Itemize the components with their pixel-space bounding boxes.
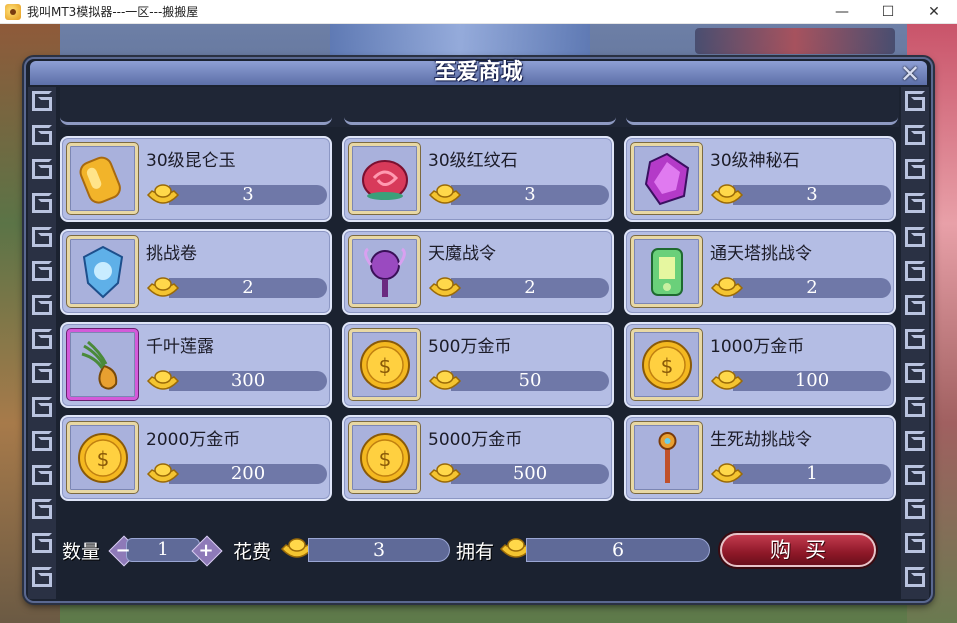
increase-quantity-button[interactable]: +: [195, 538, 217, 562]
item-price: 3: [169, 185, 327, 205]
item-name: 2000万金币: [146, 430, 241, 450]
item-name: 30级红纹石: [428, 151, 518, 171]
shop-item[interactable]: $ 1000万金币 100: [624, 322, 896, 408]
app-icon: [5, 3, 21, 20]
dialog-header: 至爱商城 ✕: [30, 60, 927, 88]
lotus-dew-icon: [67, 329, 138, 400]
gold-ingot-icon: [146, 463, 180, 483]
item-name: 千叶莲露: [146, 337, 214, 357]
svg-text:$: $: [378, 354, 391, 378]
window-titlebar: 我叫MT3模拟器---一区---搬搬屋 — ☐ ✕: [0, 0, 957, 24]
quantity-value[interactable]: 1: [126, 538, 200, 562]
item-name: 5000万金币: [428, 430, 523, 450]
scrolled-row-strip: [60, 87, 899, 127]
tower-token-icon: [631, 236, 702, 307]
item-price: 100: [733, 371, 891, 391]
gold-ingot-icon: [428, 277, 462, 297]
item-price: 1: [733, 464, 891, 484]
item-name: 挑战卷: [146, 244, 197, 264]
red-stone-icon: [349, 143, 420, 214]
challenge-scroll-icon: [67, 236, 138, 307]
gold-coin-icon: $: [67, 422, 138, 493]
gold-coin-icon: $: [349, 329, 420, 400]
gold-ingot-icon: [146, 370, 180, 390]
buy-button[interactable]: 购买: [720, 533, 876, 567]
demon-token-icon: [349, 236, 420, 307]
purchase-bar: 数量 − 1 + 花费 3 拥有 6 购买: [26, 529, 935, 569]
partial-cell: [344, 87, 616, 125]
window-controls: — ☐ ✕: [819, 0, 957, 24]
gold-ingot-icon: [428, 463, 462, 483]
shop-item[interactable]: 通天塔挑战令 2: [624, 229, 896, 315]
item-price: 2: [169, 278, 327, 298]
shop-item[interactable]: 生死劫挑战令 1: [624, 415, 896, 501]
item-name: 500万金币: [428, 337, 512, 357]
shop-item[interactable]: 30级神秘石 3: [624, 136, 896, 222]
gold-ingot-icon: [710, 184, 744, 204]
gold-ingot-icon: [428, 370, 462, 390]
svg-text:$: $: [96, 447, 109, 471]
item-price: 200: [169, 464, 327, 484]
item-price: 2: [451, 278, 609, 298]
quantity-label: 数量: [62, 541, 101, 563]
item-name: 30级神秘石: [710, 151, 800, 171]
life-death-token-icon: [631, 422, 702, 493]
gold-ingot-icon: [710, 277, 744, 297]
item-price: 2: [733, 278, 891, 298]
cost-label: 花费: [233, 541, 272, 563]
shop-item[interactable]: 30级红纹石 3: [342, 136, 614, 222]
window-title: 我叫MT3模拟器---一区---搬搬屋: [27, 5, 199, 19]
shop-item[interactable]: 千叶莲露 300: [60, 322, 332, 408]
gold-ingot-icon: [428, 184, 462, 204]
gold-coin-icon: $: [349, 422, 420, 493]
kunlun-jade-icon: [67, 143, 138, 214]
item-price: 300: [169, 371, 327, 391]
item-price: 500: [451, 464, 609, 484]
owned-value: 6: [526, 538, 710, 562]
maximize-button[interactable]: ☐: [865, 0, 911, 24]
dialog-title: 至爱商城: [434, 60, 523, 85]
left-border-ornament: [28, 87, 56, 599]
item-price: 3: [733, 185, 891, 205]
shop-item[interactable]: $ 2000万金币 200: [60, 415, 332, 501]
item-name: 30级昆仑玉: [146, 151, 236, 171]
owned-label: 拥有: [456, 541, 495, 563]
item-name: 通天塔挑战令: [710, 244, 812, 264]
item-price: 50: [451, 371, 609, 391]
gold-ingot-icon: [710, 370, 744, 390]
close-window-button[interactable]: ✕: [911, 0, 957, 24]
item-price: 3: [451, 185, 609, 205]
gold-ingot-icon: [146, 184, 180, 204]
gold-ingot-icon: [146, 277, 180, 297]
shop-item[interactable]: 30级昆仑玉 3: [60, 136, 332, 222]
right-border-ornament: [901, 87, 929, 599]
close-dialog-button[interactable]: ✕: [897, 60, 923, 88]
scene-hud: [695, 28, 895, 54]
minimize-button[interactable]: —: [819, 0, 865, 24]
item-name: 1000万金币: [710, 337, 805, 357]
shop-item[interactable]: 天魔战令 2: [342, 229, 614, 315]
item-name: 生死劫挑战令: [710, 430, 812, 450]
shop-item[interactable]: 挑战卷 2: [60, 229, 332, 315]
cost-value: 3: [308, 538, 450, 562]
svg-text:$: $: [378, 447, 391, 471]
shop-dialog: 至爱商城 ✕ 30级昆仑玉 3 30级红纹石 3 30级神秘石 3 挑战卷 2 …: [24, 57, 933, 603]
svg-text:$: $: [660, 354, 673, 378]
shop-item[interactable]: $ 5000万金币 500: [342, 415, 614, 501]
gold-ingot-icon: [710, 463, 744, 483]
shop-item[interactable]: $ 500万金币 50: [342, 322, 614, 408]
item-name: 天魔战令: [428, 244, 496, 264]
partial-cell: [626, 87, 898, 125]
partial-cell: [60, 87, 332, 125]
mystery-stone-icon: [631, 143, 702, 214]
gold-coin-icon: $: [631, 329, 702, 400]
